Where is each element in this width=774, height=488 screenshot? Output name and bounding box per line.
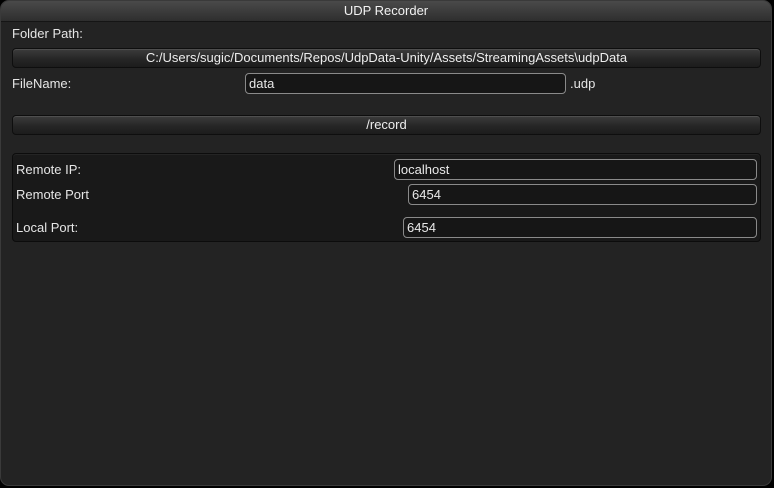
filename-input[interactable] [245, 73, 566, 94]
filename-label: FileName: [12, 76, 72, 91]
window-title[interactable]: UDP Recorder [1, 1, 771, 22]
remote-ip-input[interactable] [394, 159, 757, 180]
local-port-label: Local Port: [16, 220, 79, 235]
folder-path-label: Folder Path: [12, 26, 83, 41]
remote-ip-label: Remote IP: [16, 162, 82, 177]
filename-extension-label: .udp [570, 76, 596, 91]
record-button[interactable]: /record [12, 115, 761, 135]
remote-port-label: Remote Port [16, 187, 89, 202]
folder-path-button[interactable]: C:/Users/sugic/Documents/Repos/UdpData-U… [12, 48, 761, 68]
local-port-input[interactable] [403, 217, 757, 238]
remote-port-input[interactable] [408, 184, 757, 205]
udp-recorder-window: UDP Recorder Folder Path: C:/Users/sugic… [0, 0, 772, 486]
